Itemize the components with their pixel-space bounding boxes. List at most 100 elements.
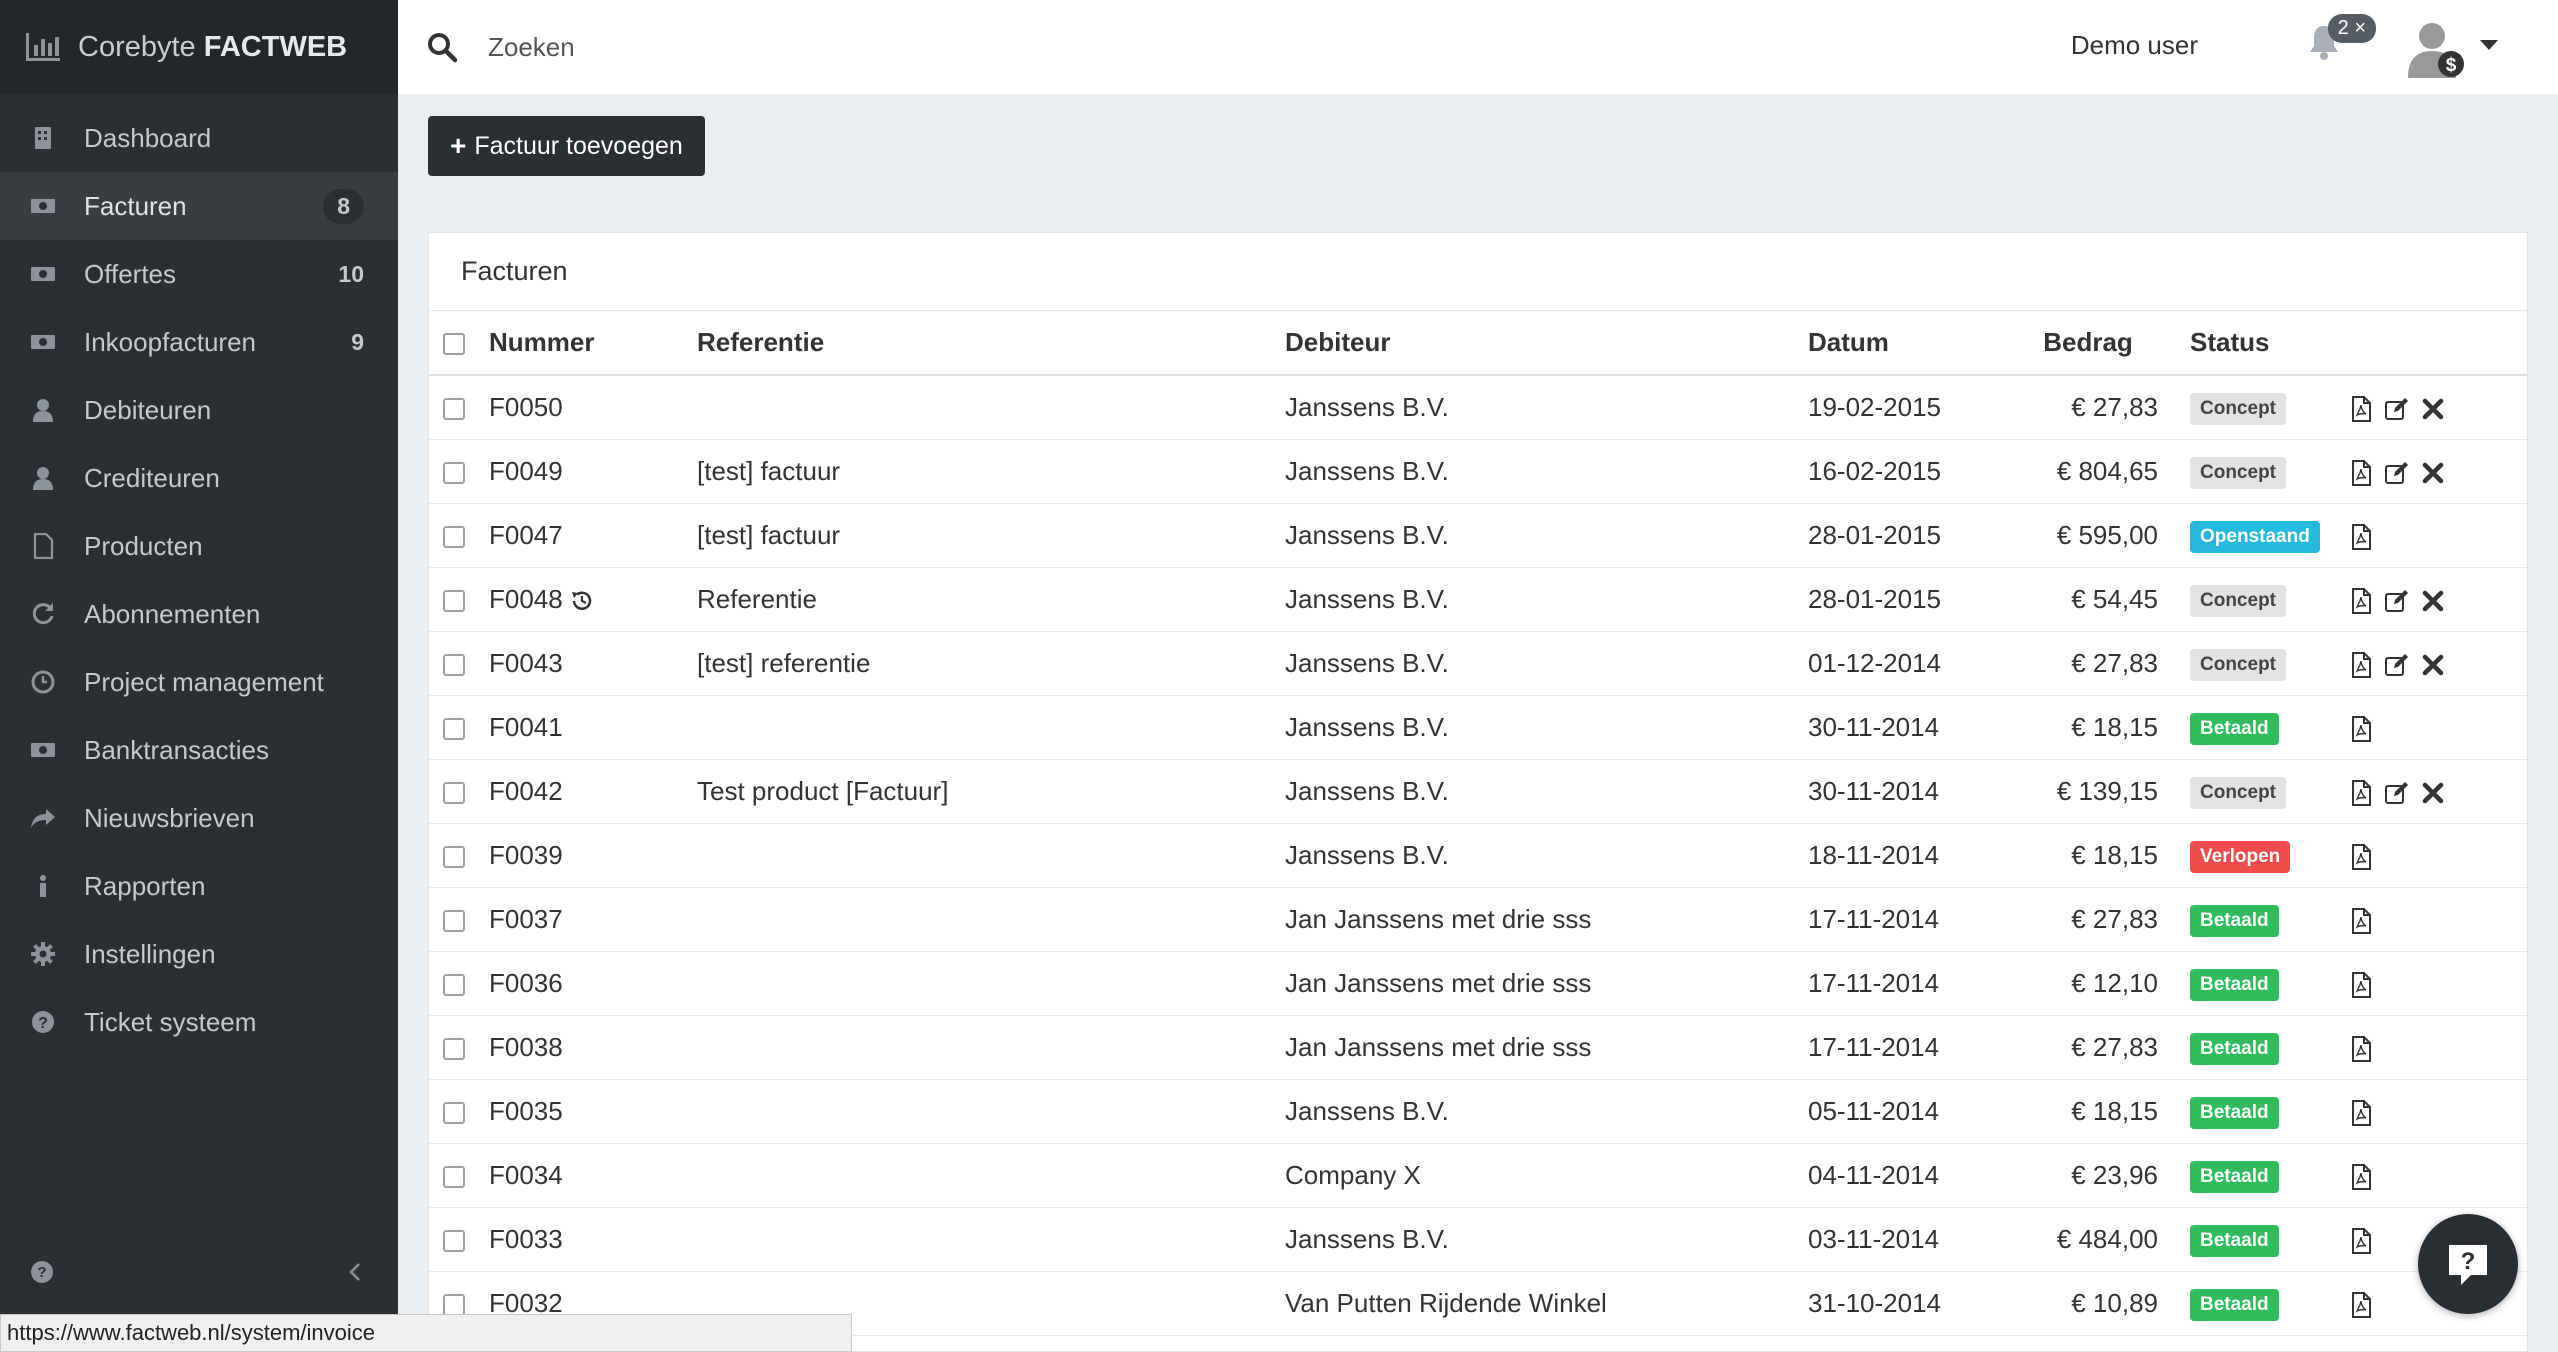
table-row[interactable]: F0047 [test] factuur Janssens B.V. 28-01-20… (429, 503, 2527, 568)
invoice-number[interactable]: F0038 (489, 1032, 563, 1062)
brand[interactable]: Corebyte FACTWEB (0, 0, 398, 94)
header-status[interactable]: Status (2168, 311, 2338, 376)
edit-icon[interactable] (2384, 652, 2410, 678)
pdf-icon[interactable] (2348, 523, 2374, 550)
row-checkbox[interactable] (443, 653, 465, 676)
table-row[interactable]: F0036 Jan Janssens met drie sss 17-11-2014… (429, 951, 2527, 1016)
table-row[interactable]: F0049 [test] factuur Janssens B.V. 16-02-20… (429, 439, 2527, 504)
sidebar-item-inkoopfacturen[interactable]: Inkoopfacturen 9 (0, 308, 398, 376)
sidebar-item-instellingen[interactable]: Instellingen (0, 920, 398, 988)
table-row[interactable]: F0048 Referentie Janssens B.V. 28-01-2015 € … (429, 567, 2527, 632)
pdf-icon[interactable] (2348, 587, 2374, 614)
invoice-number[interactable]: F0048 (489, 584, 563, 614)
invoice-number[interactable]: F0034 (489, 1160, 563, 1190)
table-row[interactable]: F0039 Janssens B.V. 18-11-2014 € 18,15 Verlo… (429, 823, 2527, 888)
pdf-icon[interactable] (2348, 715, 2374, 742)
invoice-number[interactable]: F0033 (489, 1224, 563, 1254)
delete-icon[interactable] (2420, 396, 2446, 422)
invoice-number[interactable]: F0037 (489, 904, 563, 934)
invoice-number[interactable]: F0050 (489, 392, 563, 422)
sidebar-item-producten[interactable]: Producten (0, 512, 398, 580)
row-checkbox[interactable] (443, 461, 465, 484)
pdf-icon[interactable] (2348, 395, 2374, 422)
notification-badge[interactable]: 2 × (2327, 14, 2376, 43)
invoice-number[interactable]: F0039 (489, 840, 563, 870)
delete-icon[interactable] (2420, 652, 2446, 678)
add-invoice-button[interactable]: + Factuur toevoegen (428, 116, 705, 176)
sidebar-item-crediteuren[interactable]: Crediteuren (0, 444, 398, 512)
chevron-down-icon[interactable] (2480, 40, 2498, 50)
edit-icon[interactable] (2384, 396, 2410, 422)
edit-icon[interactable] (2384, 588, 2410, 614)
row-checkbox[interactable] (443, 1293, 465, 1316)
sidebar-item-project-management[interactable]: Project management (0, 648, 398, 716)
edit-icon[interactable] (2384, 780, 2410, 806)
sidebar-item-nieuwsbrieven[interactable]: Nieuwsbrieven (0, 784, 398, 852)
pdf-icon[interactable] (2348, 1163, 2374, 1190)
question-icon[interactable]: ? (30, 1260, 54, 1284)
header-date[interactable]: Datum (1808, 311, 2018, 376)
pdf-icon[interactable] (2348, 1099, 2374, 1126)
edit-icon[interactable] (2384, 460, 2410, 486)
delete-icon[interactable] (2420, 780, 2446, 806)
row-checkbox[interactable] (443, 1037, 465, 1060)
invoice-number[interactable]: F0036 (489, 968, 563, 998)
pdf-icon[interactable] (2348, 651, 2374, 678)
table-row[interactable]: F0034 Company X 04-11-2014 € 23,96 Betaald (429, 1143, 2527, 1208)
row-checkbox[interactable] (443, 397, 465, 420)
search-input[interactable] (488, 31, 1088, 63)
select-all-checkbox[interactable] (443, 333, 465, 356)
sidebar-item-facturen[interactable]: Facturen 8 (0, 172, 398, 240)
pdf-icon[interactable] (2348, 843, 2374, 870)
row-checkbox[interactable] (443, 845, 465, 868)
table-row[interactable]: F0041 Janssens B.V. 30-11-2014 € 18,15 Betaa… (429, 695, 2527, 760)
sidebar-item-ticket-systeem[interactable]: ? Ticket systeem (0, 988, 398, 1056)
row-checkbox[interactable] (443, 525, 465, 548)
invoice-number[interactable]: F0043 (489, 648, 563, 678)
invoice-number[interactable]: F0032 (489, 1288, 563, 1318)
row-checkbox[interactable] (443, 1229, 465, 1252)
row-checkbox[interactable] (443, 781, 465, 804)
row-checkbox[interactable] (443, 589, 465, 612)
table-row[interactable]: F0037 Jan Janssens met drie sss 17-11-2014… (429, 887, 2527, 952)
header-amount[interactable]: Bedrag (2018, 311, 2168, 376)
table-row[interactable]: F0033 Janssens B.V. 03-11-2014 € 484,00 Beta… (429, 1207, 2527, 1272)
pdf-icon[interactable] (2348, 779, 2374, 806)
table-row[interactable]: F0035 Janssens B.V. 05-11-2014 € 18,15 Betaa… (429, 1079, 2527, 1144)
pdf-icon[interactable] (2348, 1291, 2374, 1318)
sidebar-item-abonnementen[interactable]: Abonnementen (0, 580, 398, 648)
row-checkbox[interactable] (443, 1165, 465, 1188)
history-icon[interactable] (569, 588, 595, 614)
sidebar-item-offertes[interactable]: Offertes 10 (0, 240, 398, 308)
invoice-number[interactable]: F0049 (489, 456, 563, 486)
invoice-number[interactable]: F0035 (489, 1096, 563, 1126)
collapse-sidebar-icon[interactable] (344, 1260, 368, 1284)
pdf-icon[interactable] (2348, 907, 2374, 934)
sidebar-item-banktransacties[interactable]: Banktransacties (0, 716, 398, 784)
sidebar-item-rapporten[interactable]: Rapporten (0, 852, 398, 920)
table-row[interactable]: F0042 Test product [Factuur] Janssens B.V.… (429, 759, 2527, 824)
sidebar-item-debiteuren[interactable]: Debiteuren (0, 376, 398, 444)
search-icon[interactable] (426, 31, 458, 63)
table-row[interactable]: F0050 Janssens B.V. 19-02-2015 € 27,83 Conce… (429, 375, 2527, 440)
delete-icon[interactable] (2420, 588, 2446, 614)
delete-icon[interactable] (2420, 460, 2446, 486)
row-checkbox[interactable] (443, 1101, 465, 1124)
row-checkbox[interactable] (443, 973, 465, 996)
pdf-icon[interactable] (2348, 459, 2374, 486)
pdf-icon[interactable] (2348, 971, 2374, 998)
header-number[interactable]: Nummer (489, 311, 697, 376)
row-checkbox[interactable] (443, 717, 465, 740)
sidebar-item-dashboard[interactable]: Dashboard (0, 104, 398, 172)
user-name[interactable]: Demo user (2071, 30, 2198, 61)
header-debtor[interactable]: Debiteur (1285, 311, 1808, 376)
invoice-number[interactable]: F0047 (489, 520, 563, 550)
table-row[interactable]: F0038 Jan Janssens met drie sss 17-11-2014… (429, 1015, 2527, 1080)
invoice-number[interactable]: F0041 (489, 712, 563, 742)
avatar[interactable]: $ (2406, 18, 2468, 80)
help-chat-button[interactable]: ? (2418, 1214, 2518, 1314)
invoice-number[interactable]: F0042 (489, 776, 563, 806)
header-reference[interactable]: Referentie (697, 311, 1285, 376)
row-checkbox[interactable] (443, 909, 465, 932)
table-row[interactable]: F0043 [test] referentie Janssens B.V. 01-12… (429, 631, 2527, 696)
